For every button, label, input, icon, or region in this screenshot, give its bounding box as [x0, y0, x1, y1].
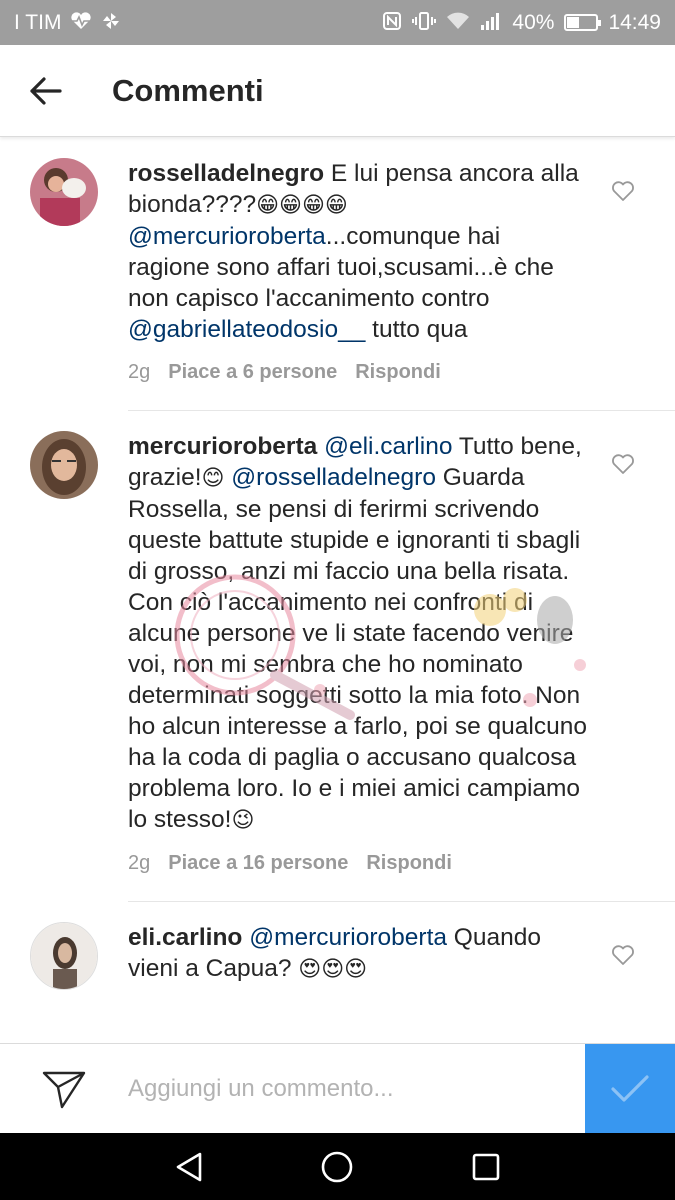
comment-item: eli.carlino @mercurioroberta Quando vien…	[0, 902, 675, 990]
likes-link[interactable]: Piace a 16 persone	[168, 852, 348, 875]
page-title: Commenti	[112, 72, 264, 108]
pinwheel-icon	[101, 11, 121, 35]
comment-text: rosselladelnegro E lui pensa ancora alla…	[128, 158, 588, 345]
heart-icon[interactable]	[611, 453, 635, 475]
paper-plane-icon	[42, 1071, 86, 1108]
emoji: 😁😁😁😁	[256, 193, 348, 218]
likes-link[interactable]: Piace a 6 persone	[168, 361, 337, 384]
emoji: 😉	[231, 808, 255, 833]
back-button[interactable]	[0, 45, 90, 137]
comment-text-segment: tutto qua	[365, 316, 468, 343]
app-bar: Commenti	[0, 45, 675, 137]
cell-signal-icon	[480, 11, 502, 35]
vibrate-icon	[412, 11, 437, 35]
comment-username[interactable]: eli.carlino	[128, 924, 242, 951]
comment-time: 2g	[128, 852, 151, 874]
status-bar: I TIM 40% 14:49	[0, 0, 675, 45]
arrow-back-icon	[30, 76, 62, 105]
mention-link[interactable]: @mercurioroberta	[249, 924, 447, 951]
mention-link[interactable]: @eli.carlino	[324, 433, 452, 460]
nfc-icon	[382, 11, 402, 35]
comment-item: rosselladelnegro E lui pensa ancora alla…	[0, 138, 675, 411]
comment-compose-bar	[0, 1043, 675, 1134]
comment-time: 2g	[128, 361, 151, 383]
avatar[interactable]	[30, 922, 98, 990]
emoji: 😍😍😍	[298, 957, 368, 982]
comment-input[interactable]	[128, 1043, 585, 1134]
avatar[interactable]	[30, 431, 98, 499]
reply-button[interactable]: Rispondi	[366, 852, 452, 875]
comment-username[interactable]: mercurioroberta	[128, 433, 317, 460]
system-nav-bar	[0, 1133, 675, 1200]
heart-icon[interactable]	[611, 944, 635, 966]
comment-content: E lui pensa ancora alla bionda????😁😁😁😁 @…	[128, 160, 579, 343]
circle-home-icon	[322, 1151, 353, 1182]
direct-share-button[interactable]	[0, 1044, 128, 1134]
emoji: 😊	[201, 466, 225, 491]
comment-text-segment: Guarda Rossella, se pensi di ferirmi scr…	[128, 464, 587, 833]
comment-text: eli.carlino @mercurioroberta Quando vien…	[128, 922, 588, 985]
nav-recents-button[interactable]	[456, 1137, 516, 1197]
carrier-label: I TIM	[14, 10, 62, 34]
comment-meta: 2g Piace a 6 persone Rispondi	[128, 361, 675, 384]
battery-percent: 40%	[512, 10, 555, 34]
mention-link[interactable]: @rosselladelnegro	[231, 464, 436, 491]
battery-fill	[567, 17, 579, 28]
mention-link[interactable]: @gabriellateodosio__	[128, 316, 365, 343]
comment-username[interactable]: rosselladelnegro	[128, 160, 324, 187]
nav-back-button[interactable]	[159, 1137, 219, 1197]
mention-link[interactable]: @mercurioroberta	[128, 223, 326, 250]
comment-meta: 2g Piace a 16 persone Rispondi	[128, 852, 675, 875]
status-left: I TIM	[14, 11, 121, 35]
avatar[interactable]	[30, 158, 98, 226]
clock: 14:49	[608, 10, 661, 34]
comments-list[interactable]: rosselladelnegro E lui pensa ancora alla…	[0, 138, 675, 1043]
nav-home-button[interactable]	[307, 1137, 367, 1197]
triangle-back-icon	[176, 1152, 202, 1181]
heart-signal-icon	[69, 11, 93, 35]
comment-content: @eli.carlino Tutto bene, grazie!😊 @rosse…	[128, 433, 587, 833]
status-right: 40% 14:49	[382, 11, 661, 35]
battery-icon	[564, 14, 602, 31]
reply-button[interactable]: Rispondi	[355, 361, 441, 384]
wifi-icon	[446, 11, 470, 35]
post-comment-button[interactable]	[585, 1043, 675, 1134]
comment-text: mercurioroberta @eli.carlino Tutto bene,…	[128, 431, 588, 836]
heart-icon[interactable]	[611, 180, 635, 202]
checkmark-icon	[611, 1074, 649, 1102]
comment-item: mercurioroberta @eli.carlino Tutto bene,…	[0, 411, 675, 902]
square-recents-icon	[472, 1153, 500, 1180]
